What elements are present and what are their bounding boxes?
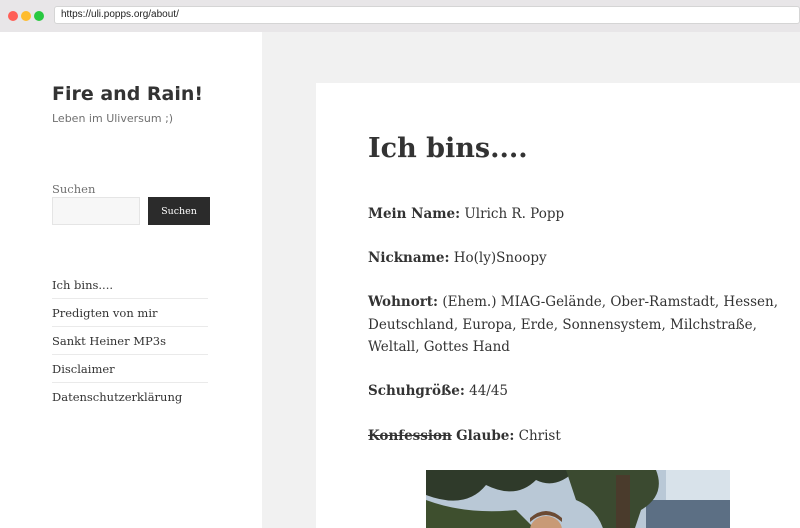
nav-item-datenschutz[interactable]: Datenschutzerklärung — [52, 383, 208, 411]
search-input[interactable] — [52, 197, 140, 225]
struck-label: Konfession — [368, 428, 452, 444]
field-schuhgroesse: Schuhgröße: 44/45 — [368, 380, 788, 403]
field-label: Wohnort: — [368, 294, 439, 310]
field-label: Mein Name: — [368, 206, 461, 222]
page-title: Ich bins.... — [368, 133, 528, 164]
search-button[interactable]: Suchen — [148, 197, 210, 225]
close-window-icon[interactable] — [8, 11, 18, 21]
field-glaube: Konfession Glaube: Christ — [368, 425, 788, 448]
field-value: Christ — [518, 428, 561, 444]
nav-item-ich-bins[interactable]: Ich bins.... — [52, 271, 208, 299]
field-value: Ho(ly)Snoopy — [453, 250, 547, 266]
address-bar-url: https://uli.popps.org/about/ — [61, 9, 179, 20]
nav-item-sankt-heiner[interactable]: Sankt Heiner MP3s — [52, 327, 208, 355]
field-label: Schuhgröße: — [368, 383, 465, 399]
field-label: Nickname: — [368, 250, 450, 266]
address-bar[interactable]: https://uli.popps.org/about/ — [54, 6, 800, 24]
search-label: Suchen — [52, 182, 96, 196]
sidebar-nav: Ich bins.... Predigten von mir Sankt Hei… — [52, 271, 208, 411]
site-description: Leben im Uliversum ;) — [52, 112, 174, 125]
browser-toolbar: https://uli.popps.org/about/ — [0, 0, 800, 32]
profile-photo — [426, 470, 730, 528]
nav-item-predigten[interactable]: Predigten von mir — [52, 299, 208, 327]
field-value: 44/45 — [469, 383, 509, 399]
photo-illustration — [426, 470, 730, 528]
maximize-window-icon[interactable] — [34, 11, 44, 21]
nav-item-disclaimer[interactable]: Disclaimer — [52, 355, 208, 383]
field-label: Glaube: — [456, 428, 515, 444]
article: Ich bins.... Mein Name: Ulrich R. Popp N… — [316, 83, 800, 528]
sidebar: Fire and Rain! Leben im Uliversum ;) Suc… — [0, 32, 262, 528]
field-wohnort: Wohnort: (Ehem.) MIAG-Gelände, Ober-Rams… — [368, 291, 788, 359]
minimize-window-icon[interactable] — [21, 11, 31, 21]
site-title[interactable]: Fire and Rain! — [52, 83, 203, 105]
field-nickname: Nickname: Ho(ly)Snoopy — [368, 247, 788, 270]
field-value: Ulrich R. Popp — [464, 206, 565, 222]
field-name: Mein Name: Ulrich R. Popp — [368, 203, 788, 226]
